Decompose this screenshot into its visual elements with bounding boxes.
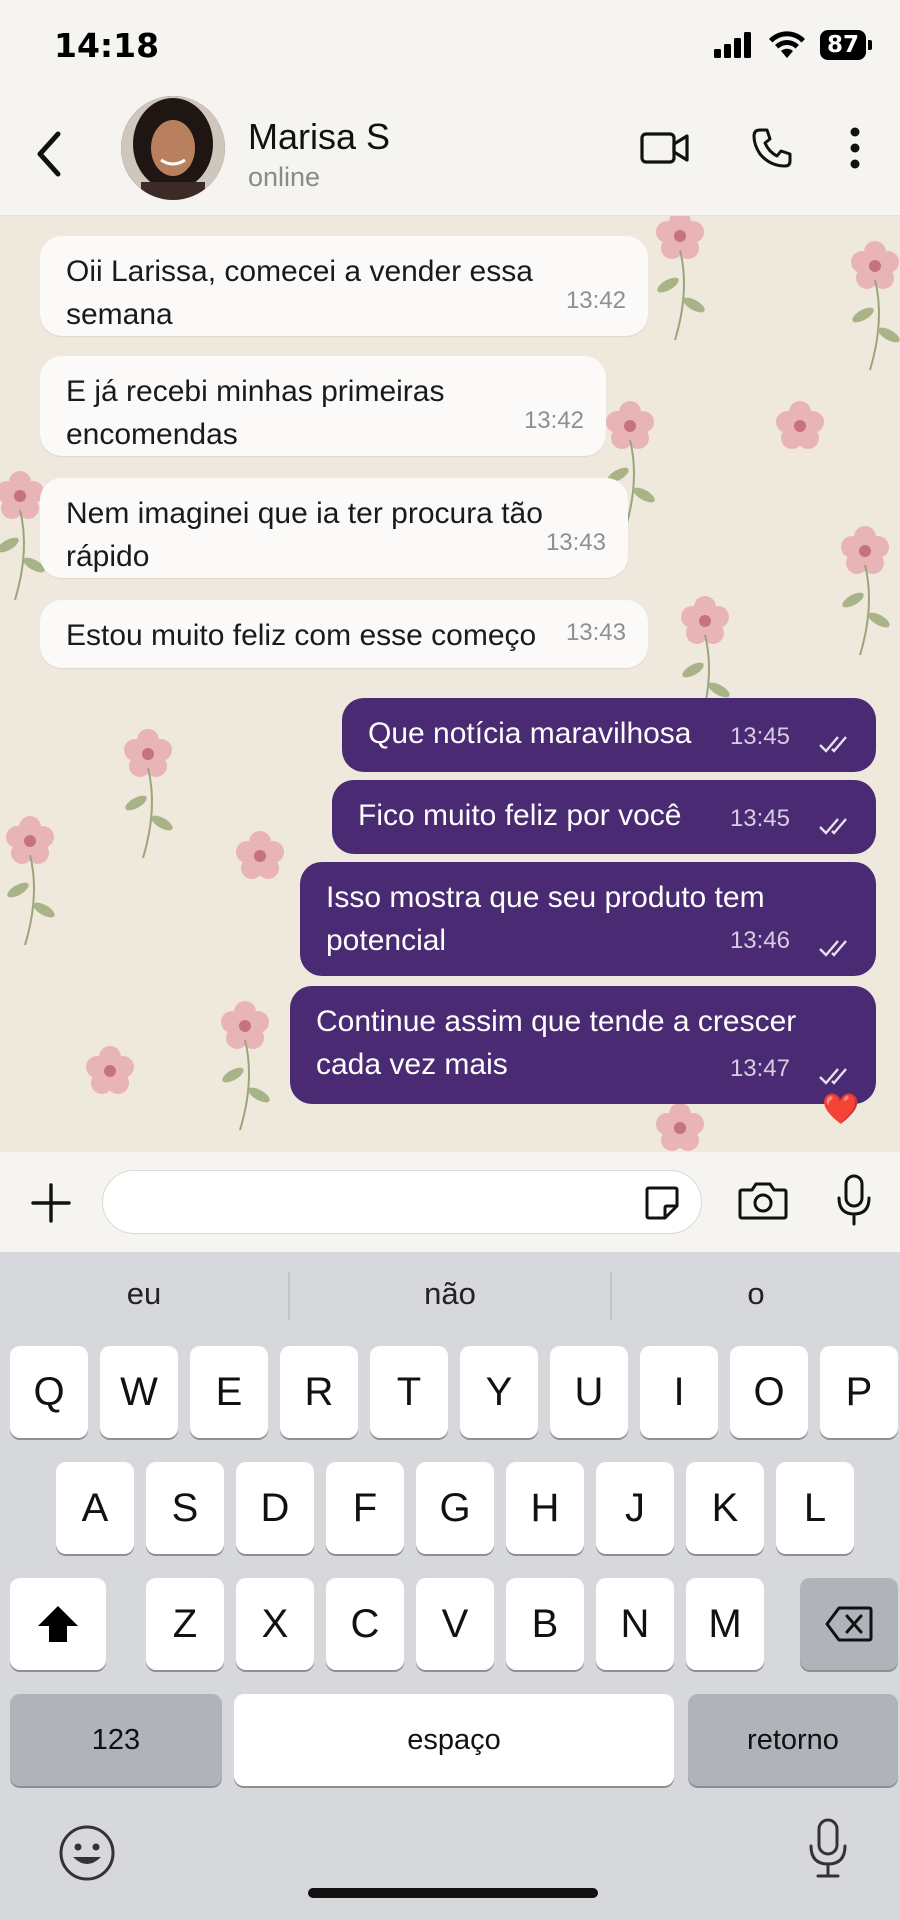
numbers-key[interactable]: 123 <box>10 1694 222 1786</box>
heart-reaction[interactable]: ❤️ <box>822 1092 859 1127</box>
key-h[interactable]: H <box>506 1462 584 1554</box>
key-m[interactable]: M <box>686 1578 764 1670</box>
key-e[interactable]: E <box>190 1346 268 1438</box>
backspace-icon <box>825 1606 873 1642</box>
message-bubble-outgoing[interactable]: Continue assim que tende a crescer cada … <box>290 986 876 1104</box>
key-w[interactable]: W <box>100 1346 178 1438</box>
message-text: Estou muito feliz com esse começo <box>66 619 537 652</box>
backspace-key[interactable] <box>800 1578 898 1670</box>
shift-key[interactable] <box>10 1578 106 1670</box>
key-v[interactable]: V <box>416 1578 494 1670</box>
message-text: Continue assim que tende a crescer <box>316 1005 797 1038</box>
key-d[interactable]: D <box>236 1462 314 1554</box>
suggestion-item[interactable]: eu <box>0 1276 288 1312</box>
message-time: 13:43 <box>565 619 626 646</box>
key-i[interactable]: I <box>640 1346 718 1438</box>
contact-status: online <box>248 162 321 192</box>
key-t[interactable]: T <box>370 1346 448 1438</box>
message-bubble-outgoing[interactable]: Fico muito feliz por você 13:45 <box>332 780 876 854</box>
message-bubble-outgoing[interactable]: Isso mostra que seu produto tem potencia… <box>300 862 876 976</box>
key-c[interactable]: C <box>326 1578 404 1670</box>
message-time: 13:46 <box>729 927 790 954</box>
key-p[interactable]: P <box>820 1346 898 1438</box>
message-input[interactable] <box>102 1170 702 1234</box>
key-g[interactable]: G <box>416 1462 494 1554</box>
message-input-bar <box>0 1152 900 1252</box>
dictation-mic-icon[interactable] <box>808 1818 848 1880</box>
key-b[interactable]: B <box>506 1578 584 1670</box>
shift-icon <box>38 1606 78 1642</box>
battery-indicator: 87 <box>819 30 873 60</box>
chevron-left-icon[interactable] <box>30 124 70 184</box>
message-time: 13:43 <box>545 529 606 556</box>
status-icons: 87 <box>713 30 873 60</box>
message-text: Nem imaginei que ia ter procura tão <box>66 497 543 530</box>
message-bubble-incoming[interactable]: Oii Larissa, comecei a vender essa seman… <box>40 236 648 336</box>
key-u[interactable]: U <box>550 1346 628 1438</box>
key-k[interactable]: K <box>686 1462 764 1554</box>
read-receipt-icon <box>819 818 847 835</box>
suggestion-item[interactable]: não <box>290 1276 610 1312</box>
key-a[interactable]: A <box>56 1462 134 1554</box>
message-text: rápido <box>66 540 150 573</box>
chat-area[interactable]: Oii Larissa, comecei a vender essa seman… <box>0 216 900 1152</box>
signal-icon <box>713 32 751 58</box>
message-time: 13:45 <box>729 805 790 832</box>
key-z[interactable]: Z <box>146 1578 224 1670</box>
key-j[interactable]: J <box>596 1462 674 1554</box>
message-time: 13:42 <box>565 287 626 314</box>
message-bubble-incoming[interactable]: E já recebi minhas primeiras encomendas … <box>40 356 606 456</box>
message-text: encomendas <box>66 418 238 451</box>
return-key[interactable]: retorno <box>688 1694 898 1786</box>
keyboard: eu não o Q W E R T Y U I O P A S D F G H… <box>0 1252 900 1920</box>
message-bubble-outgoing[interactable]: Que notícia maravilhosa 13:45 <box>342 698 876 772</box>
message-time: 13:45 <box>729 723 790 750</box>
message-time: 13:42 <box>523 407 584 434</box>
key-r[interactable]: R <box>280 1346 358 1438</box>
key-n[interactable]: N <box>596 1578 674 1670</box>
key-l[interactable]: L <box>776 1462 854 1554</box>
avatar[interactable] <box>121 96 225 200</box>
message-bubble-incoming[interactable]: Estou muito feliz com esse começo 13:43 <box>40 600 648 668</box>
mic-icon[interactable] <box>836 1174 872 1228</box>
key-y[interactable]: Y <box>460 1346 538 1438</box>
status-time: 14:18 <box>54 26 160 65</box>
phone-icon[interactable] <box>750 126 794 170</box>
more-vertical-icon[interactable] <box>848 126 862 170</box>
key-x[interactable]: X <box>236 1578 314 1670</box>
message-text: semana <box>66 298 173 331</box>
space-key[interactable]: espaço <box>234 1694 674 1786</box>
home-indicator[interactable] <box>308 1888 598 1898</box>
message-text: E já recebi minhas primeiras <box>66 375 445 408</box>
status-bar: 14:18 87 <box>0 0 900 90</box>
suggestion-item[interactable]: o <box>612 1276 900 1312</box>
sticker-icon[interactable] <box>643 1184 681 1222</box>
camera-icon[interactable] <box>738 1180 788 1222</box>
key-q[interactable]: Q <box>10 1346 88 1438</box>
read-receipt-icon <box>819 1068 847 1085</box>
suggestion-bar: eu não o <box>0 1252 900 1342</box>
read-receipt-icon <box>819 940 847 957</box>
key-s[interactable]: S <box>146 1462 224 1554</box>
contact-name[interactable]: Marisa S <box>248 116 390 158</box>
emoji-icon[interactable] <box>58 1824 116 1882</box>
video-icon[interactable] <box>640 126 690 170</box>
read-receipt-icon <box>819 736 847 753</box>
plus-icon[interactable] <box>30 1182 72 1224</box>
message-text: Isso mostra que seu produto tem <box>326 881 765 914</box>
key-f[interactable]: F <box>326 1462 404 1554</box>
key-o[interactable]: O <box>730 1346 808 1438</box>
message-time: 13:47 <box>729 1055 790 1082</box>
wifi-icon <box>768 31 805 58</box>
message-bubble-incoming[interactable]: Nem imaginei que ia ter procura tão rápi… <box>40 478 628 578</box>
message-text: Oii Larissa, comecei a vender essa <box>66 255 533 288</box>
chat-header: Marisa S online <box>0 90 900 216</box>
